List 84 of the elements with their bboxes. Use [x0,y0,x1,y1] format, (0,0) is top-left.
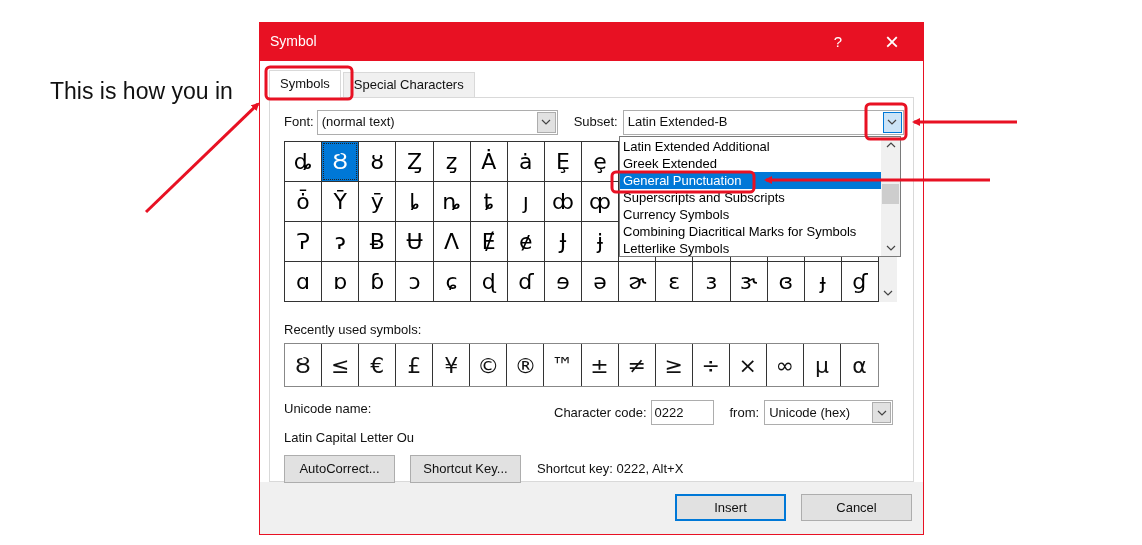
dropdown-option[interactable]: Latin Extended Additional [620,137,881,155]
tab[interactable]: Symbols [269,69,341,98]
symbol-cell[interactable]: ȣ [359,141,396,181]
symbol-cell[interactable]: ȥ [433,141,470,181]
symbol-cell[interactable]: ȷ [507,181,544,221]
symbol-cell[interactable]: Ȳ [322,181,359,221]
scroll-down-icon [883,289,893,296]
symbol-cell[interactable]: ɇ [507,221,544,261]
symbol-cell[interactable]: ȧ [507,141,544,181]
symbol-cell[interactable]: ɝ [730,261,767,301]
symbol-cell[interactable]: ȶ [470,181,507,221]
symbol-cell[interactable]: ȡ [285,141,322,181]
symbol-cell[interactable]: ɠ [841,261,878,301]
close-button[interactable]: × [861,23,923,61]
document-text: This is how you in [50,77,233,106]
subset-select[interactable]: Latin Extended-B [622,109,904,135]
symbol-cell[interactable]: ɒ [322,261,359,301]
dropdown-option[interactable]: Combining Diacritical Marks for Symbols [620,222,881,240]
symbol-cell[interactable]: ȸ [544,181,581,221]
highlight-frame [864,102,908,141]
dialog-button[interactable]: Cancel [801,494,912,522]
dropdown-scrollbar[interactable] [881,136,900,256]
symbol-cell[interactable]: ɞ [767,261,804,301]
symbol-cell[interactable]: Ɇ [470,221,507,261]
symbol-cell[interactable]: ȳ [359,181,396,221]
symbol-cell[interactable]: ɟ [804,261,841,301]
chevron-down-icon [541,119,552,126]
help-button[interactable]: ? [815,23,861,61]
recent-symbol[interactable]: α [840,344,878,387]
symbol-cell[interactable]: ȴ [396,181,433,221]
symbol-cell[interactable]: Ȧ [470,141,507,181]
autocorrect-button[interactable]: AutoCorrect... [284,455,395,484]
recent-label: Recently used symbols: [284,320,423,339]
dropdown-option[interactable]: Superscripts and Subscripts [620,188,881,206]
dropdown-button[interactable] [536,111,556,133]
symbol-cell[interactable]: ɛ [656,261,693,301]
symbol-cell[interactable]: Ȣ [322,141,359,181]
symbol-cell[interactable]: ɗ [507,261,544,301]
chevron-down-icon [876,409,887,416]
symbol-cell[interactable]: ə [582,261,619,301]
symbol-cell[interactable]: ɚ [619,261,656,301]
shortcut-key-text: Shortcut key: 0222, Alt+X [537,460,684,479]
from-label: from: [729,403,760,422]
symbol-cell[interactable]: ɂ [322,221,359,261]
unicode-name-label: Unicode name: [284,400,373,419]
unicode-name-value: Latin Capital Letter Ou [284,428,416,447]
symbol-cell[interactable]: Ƀ [359,221,396,261]
dialog-button[interactable]: Insert [675,494,786,522]
chevron-up-icon [885,141,896,148]
dropdown-option[interactable]: Currency Symbols [620,205,881,223]
subset-label: Subset: [573,113,618,132]
symbol-cell[interactable]: ɘ [544,261,581,301]
chevron-down-icon [887,119,898,126]
window-title: Symbol [269,32,318,52]
dropdown-option[interactable]: Letterlike Symbols [620,239,881,257]
tab[interactable]: Special Characters [342,71,475,97]
symbol-cell[interactable]: ɔ [396,261,433,301]
font-label: Font: [284,113,314,132]
dropdown-button[interactable] [882,111,902,133]
symbol-cell[interactable]: ɜ [693,261,730,301]
symbol-cell[interactable]: Ʌ [433,221,470,261]
font-select[interactable]: (normal text) [316,109,558,135]
symbol-cell[interactable]: Ɉ [544,221,581,261]
character-code-field[interactable]: 0222 [650,400,714,426]
symbol-cell[interactable]: ɑ [285,261,322,301]
symbol-cell[interactable]: ȵ [433,181,470,221]
symbol-cell[interactable]: ɓ [359,261,396,301]
dropdown-button[interactable] [872,402,892,424]
from-select[interactable]: Unicode (hex) [764,400,894,426]
symbol-cell[interactable]: Ɂ [285,221,322,261]
symbol-cell[interactable]: Ʉ [396,221,433,261]
symbol-cell[interactable]: ɉ [582,221,619,261]
scrollbar-thumb[interactable] [882,183,899,204]
chevron-down-icon [885,244,896,251]
dropdown-option[interactable]: Greek Extended [620,154,881,172]
symbol-cell[interactable]: ȱ [285,181,322,221]
character-code-label: Character code: [554,403,647,422]
symbol-cell[interactable]: ɖ [470,261,507,301]
symbol-cell[interactable]: Ȩ [544,141,581,181]
symbol-cell[interactable]: ȩ [582,141,619,181]
symbol-cell[interactable]: ɕ [433,261,470,301]
shortcut-key-button[interactable]: Shortcut Key... [410,455,521,484]
symbol-cell[interactable]: Ȥ [396,141,433,181]
symbol-cell[interactable]: ȹ [582,181,619,221]
